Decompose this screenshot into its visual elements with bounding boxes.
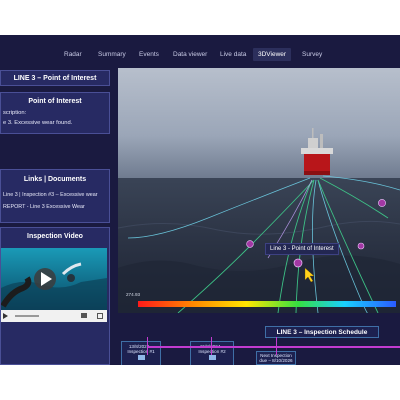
video-frame — [1, 248, 107, 310]
poi-marker[interactable] — [357, 242, 365, 250]
poi-description-label: scription: — [3, 110, 27, 116]
link-report[interactable]: REPORT - Line 3 Excessive Wear — [3, 204, 85, 210]
line-title-card: LINE 3 – Point of Interest — [0, 70, 110, 86]
poi-marker[interactable] — [246, 240, 254, 248]
poi-heading: Point of Interest — [28, 98, 82, 105]
poi-card: Point of Interest scription: e 3. Excess… — [0, 92, 110, 134]
inspection-schedule: LINE 3 – Inspection Schedule 13/8/2022 –… — [118, 323, 400, 365]
event-label: Inspection #1 — [127, 349, 155, 355]
left-panel: LINE 3 – Point of Interest Point of Inte… — [0, 70, 112, 365]
play-icon[interactable] — [3, 313, 8, 319]
timeline-tick — [211, 337, 212, 355]
poi-label: Line 3 - Point of Interest — [265, 243, 339, 255]
tab-data-viewer[interactable]: Data viewer — [173, 51, 207, 58]
3d-viewer[interactable]: Line 3 - Point of Interest 274.93 — [118, 68, 400, 313]
schedule-timeline — [148, 346, 400, 348]
links-heading: Links | Documents — [23, 176, 87, 183]
line-title: LINE 3 – Point of Interest — [13, 75, 97, 82]
event-label: Inspection #2 — [198, 349, 226, 355]
tab-summary[interactable]: Summary — [98, 51, 126, 58]
3d-scene — [118, 68, 400, 313]
video-heading: Inspection Video — [27, 233, 83, 240]
tab-events[interactable]: Events — [139, 51, 159, 58]
timeline-tick — [276, 337, 277, 355]
volume-icon[interactable] — [81, 313, 87, 318]
scale-value: 274.93 — [126, 292, 141, 297]
video-player[interactable] — [1, 248, 107, 310]
event-label: due – 8/10/2026 — [259, 358, 293, 364]
video-controls — [1, 310, 107, 322]
tab-3dviewer[interactable]: 3DViewer — [253, 48, 292, 61]
poi-marker-line3[interactable] — [293, 258, 303, 268]
folder-icon — [208, 355, 216, 361]
poi-marker[interactable] — [378, 199, 386, 207]
tab-survey[interactable]: Survey — [302, 51, 322, 58]
tab-radar[interactable]: Radar — [64, 51, 82, 58]
fullscreen-icon[interactable] — [97, 313, 103, 319]
folder-icon — [137, 355, 145, 361]
app-window: Radar Summary Events Data viewer Live da… — [0, 35, 400, 365]
tab-live-data[interactable]: Live data — [220, 51, 246, 58]
depth-color-scale — [138, 301, 396, 307]
video-progress-bar[interactable] — [15, 315, 39, 317]
schedule-event-2[interactable]: 15/8/2024 – Inspection #2 — [190, 341, 234, 365]
top-nav: Radar Summary Events Data viewer Live da… — [0, 47, 400, 67]
timeline-tick — [147, 337, 148, 355]
video-card: Inspection Video — [0, 227, 110, 365]
poi-description: e 3. Excessive wear found. — [3, 120, 73, 126]
schedule-title: LINE 3 – Inspection Schedule — [265, 326, 379, 338]
links-card: Links | Documents Line 3 | Inspection #3… — [0, 169, 110, 223]
schedule-event-1[interactable]: 13/8/2022 – Inspection #1 — [121, 341, 161, 365]
link-inspection-3[interactable]: Line 3 | Inspection #3 – Excessive wear — [3, 192, 98, 198]
